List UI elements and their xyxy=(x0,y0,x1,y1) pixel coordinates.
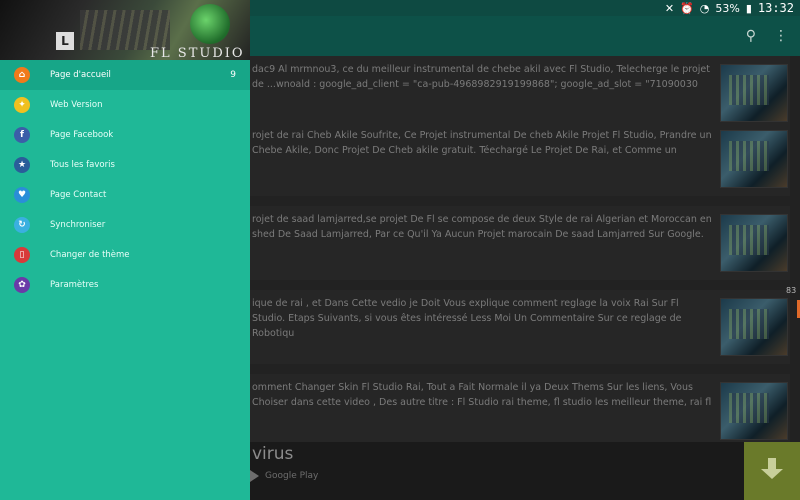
header-character-art xyxy=(190,4,230,44)
nav-item-synchroniser[interactable]: ↻ Synchroniser xyxy=(0,210,250,240)
post-thumbnail[interactable] xyxy=(720,64,788,122)
nav-item-web-version[interactable]: ✦ Web Version xyxy=(0,90,250,120)
nav-item-label: Page d'accueil xyxy=(50,70,111,80)
ad-store: Google Play xyxy=(250,470,318,482)
nav-item-parametres[interactable]: ✿ Paramètres xyxy=(0,270,250,300)
nav-item-page-contact[interactable]: ♥ Page Contact xyxy=(0,180,250,210)
nav-item-label: Page Contact xyxy=(50,190,107,200)
post-thumbnail[interactable] xyxy=(720,214,788,272)
download-button[interactable] xyxy=(744,442,800,500)
post-excerpt: dac9 Al mrmnou3, ce du meilleur instrume… xyxy=(252,64,710,90)
home-icon: ⌂ xyxy=(14,67,30,83)
ad-store-label: Google Play xyxy=(265,471,319,481)
side-count-badge: 83 xyxy=(786,286,797,295)
ad-banner[interactable] xyxy=(250,442,744,500)
nav-item-label: Synchroniser xyxy=(50,220,106,230)
post-thumbnail[interactable] xyxy=(720,298,788,356)
more-icon[interactable]: ⋮ xyxy=(774,28,788,44)
clock: 13:32 xyxy=(757,1,794,15)
post-thumbnail[interactable] xyxy=(720,382,788,440)
drawer-menu: ⌂ Page d'accueil 9 ✦ Web Version f Page … xyxy=(0,60,250,300)
theme-icon: ▯ xyxy=(14,247,30,263)
search-icon[interactable]: ⚲ xyxy=(746,28,756,44)
nav-item-favoris[interactable]: ★ Tous les favoris xyxy=(0,150,250,180)
nav-item-page-facebook[interactable]: f Page Facebook xyxy=(0,120,250,150)
post-excerpt: rojet de saad lamjarred,se projet De Fl … xyxy=(252,214,712,240)
mute-icon: ✕ xyxy=(664,1,675,15)
nav-item-page-accueil[interactable]: ⌂ Page d'accueil 9 xyxy=(0,60,250,90)
sync-icon: ↻ xyxy=(14,217,30,233)
settings-icon: ✿ xyxy=(14,277,30,293)
wifi-icon: ◔ xyxy=(699,1,710,15)
alarm-icon: ⏰ xyxy=(680,1,694,15)
nav-item-label: Page Facebook xyxy=(50,130,114,140)
status-right-icons: ✕ ⏰ ◔ 53% ▮ 13:32 xyxy=(665,1,794,15)
google-play-icon xyxy=(250,470,259,482)
nav-item-label: Paramètres xyxy=(50,280,99,290)
nav-item-label: Web Version xyxy=(50,100,103,110)
nav-item-label: Changer de thème xyxy=(50,250,130,260)
ad-title: virus xyxy=(252,444,294,464)
post-excerpt: ique de rai , et Dans Cette vedio je Doi… xyxy=(252,298,682,339)
drawer-header: L FL STUDIO xyxy=(0,0,250,60)
download-icon xyxy=(761,458,783,484)
header-artwork xyxy=(80,10,170,50)
post-excerpt: rojet de rai Cheb Akile Soufrite, Ce Pro… xyxy=(252,130,712,156)
post-excerpt: omment Changer Skin Fl Studio Rai, Tout … xyxy=(252,382,712,408)
contact-icon: ♥ xyxy=(14,187,30,203)
app-logo: L xyxy=(56,32,74,50)
post-thumbnail[interactable] xyxy=(720,130,788,188)
star-icon: ★ xyxy=(14,157,30,173)
screen: f ▣ ℓ ✕ ⏰ ◔ 53% ▮ 13:32 ⚲ ⋮ dac9 Al mrmn… xyxy=(0,0,800,500)
battery-percent: 53% xyxy=(715,1,740,15)
navigation-drawer: L FL STUDIO ⌂ Page d'accueil 9 ✦ Web Ver… xyxy=(0,0,250,500)
nav-item-badge: 9 xyxy=(230,70,236,80)
nav-item-changer-theme[interactable]: ▯ Changer de thème xyxy=(0,240,250,270)
header-brand: FL STUDIO xyxy=(150,46,245,60)
facebook-icon: f xyxy=(14,127,30,143)
web-icon: ✦ xyxy=(14,97,30,113)
nav-item-label: Tous les favoris xyxy=(50,160,115,170)
battery-icon: ▮ xyxy=(745,1,752,15)
